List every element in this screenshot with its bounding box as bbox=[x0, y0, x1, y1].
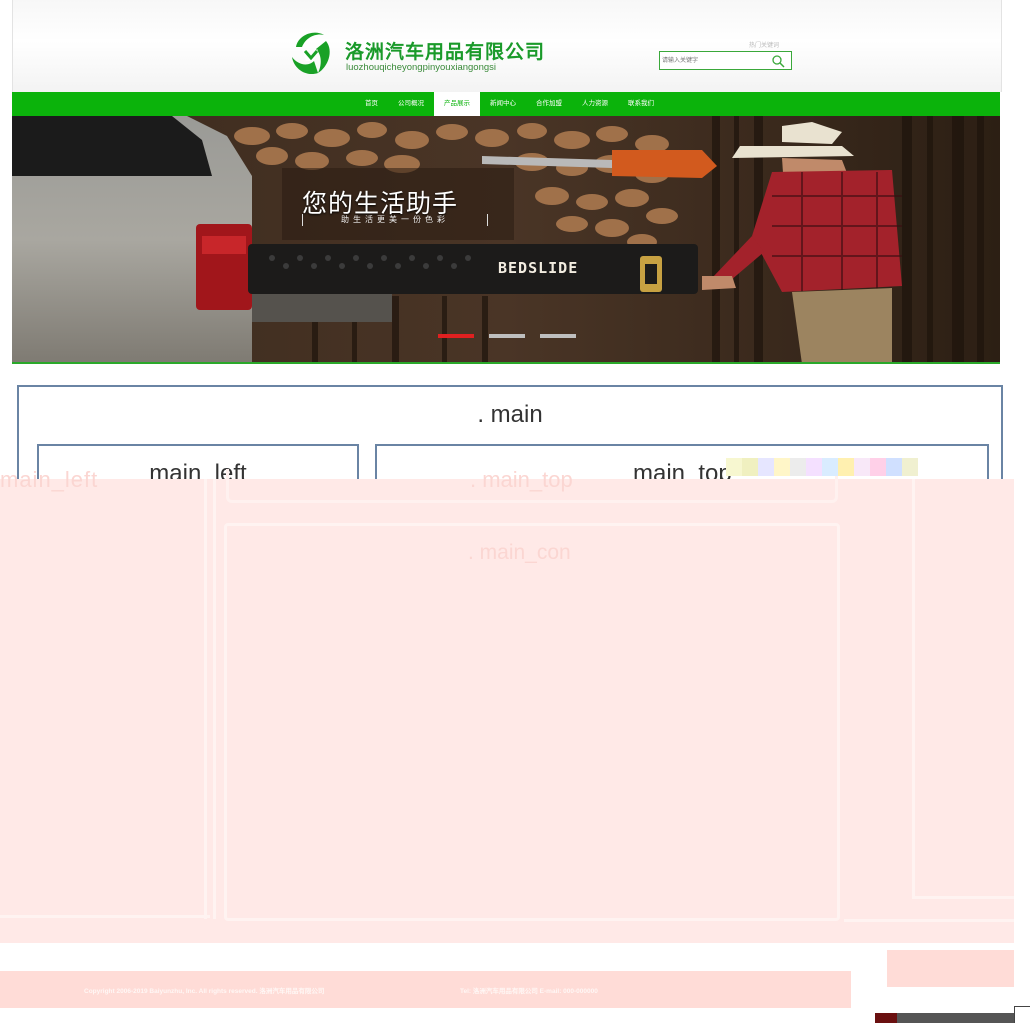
search-box[interactable] bbox=[659, 51, 792, 70]
render-artifact bbox=[726, 458, 918, 476]
nav-item-contact[interactable]: 联系我们 bbox=[618, 92, 664, 116]
main-label: . main bbox=[477, 401, 543, 428]
overlay-panel: main_left . main_top . main_con bbox=[0, 467, 1014, 943]
hero-banner[interactable]: 您的生活助手 助生活更美一份色彩 BEDSLIDE bbox=[12, 116, 1000, 364]
nav-item-products[interactable]: 产品展示 bbox=[434, 92, 480, 116]
overlay-content-label: . main_con bbox=[468, 541, 571, 564]
search-icon[interactable] bbox=[771, 54, 785, 68]
site-header: 洛洲汽车用品有限公司 luozhouqicheyongpinyouxiangon… bbox=[12, 0, 1002, 92]
carousel-dots bbox=[438, 334, 576, 338]
company-pinyin: luozhouqicheyongpinyouxiangongsi bbox=[346, 62, 497, 73]
overlay-left-label: main_left bbox=[0, 467, 99, 492]
footer-copyright: Copyright 2006-2019 Baiyunzhu, Inc. All … bbox=[84, 988, 325, 995]
overlay-divider bbox=[0, 915, 210, 918]
banner-brand: BEDSLIDE bbox=[498, 259, 579, 277]
footer-contact: Tel: 洛洲汽车用品有限公司 E-mail: 000-000000 bbox=[460, 988, 598, 995]
nav-item-cooperation[interactable]: 合作加盟 bbox=[526, 92, 572, 116]
company-logo-icon[interactable] bbox=[288, 27, 334, 77]
main-nav: 首页 公司概况 产品展示 新闻中心 合作加盟 人力资源 联系我们 bbox=[12, 92, 1000, 116]
search-input[interactable] bbox=[662, 54, 766, 67]
overlay-divider-right bbox=[844, 919, 1014, 922]
carousel-dot-3[interactable] bbox=[540, 334, 576, 338]
nav-list: 首页 公司概况 产品展示 新闻中心 合作加盟 人力资源 联系我们 bbox=[355, 92, 664, 116]
company-name: 洛洲汽车用品有限公司 bbox=[345, 41, 546, 63]
carousel-dot-1[interactable] bbox=[438, 334, 474, 338]
overlay-left-column bbox=[204, 479, 216, 919]
corner-tab[interactable] bbox=[1014, 1006, 1030, 1023]
banner-subtitle: 助生活更美一份色彩 bbox=[302, 214, 488, 226]
overlay-top-label: . main_top bbox=[470, 467, 573, 492]
nav-item-hr[interactable]: 人力资源 bbox=[572, 92, 618, 116]
corner-marker bbox=[875, 1013, 897, 1023]
site-footer: Copyright 2006-2019 Baiyunzhu, Inc. All … bbox=[0, 971, 851, 1008]
nav-item-news[interactable]: 新闻中心 bbox=[480, 92, 526, 116]
page: 洛洲汽车用品有限公司 luozhouqicheyongpinyouxiangon… bbox=[0, 0, 1030, 1023]
banner-divider bbox=[12, 362, 1000, 364]
search-tip: 热门关键词 bbox=[749, 43, 780, 49]
overlay-right-column bbox=[912, 479, 1014, 899]
side-panel bbox=[887, 950, 1014, 987]
carousel-dot-2[interactable] bbox=[489, 334, 525, 338]
overlay-content-box bbox=[224, 523, 840, 921]
nav-item-home[interactable]: 首页 bbox=[355, 92, 388, 116]
banner-image bbox=[12, 116, 1000, 364]
nav-item-about[interactable]: 公司概况 bbox=[388, 92, 434, 116]
